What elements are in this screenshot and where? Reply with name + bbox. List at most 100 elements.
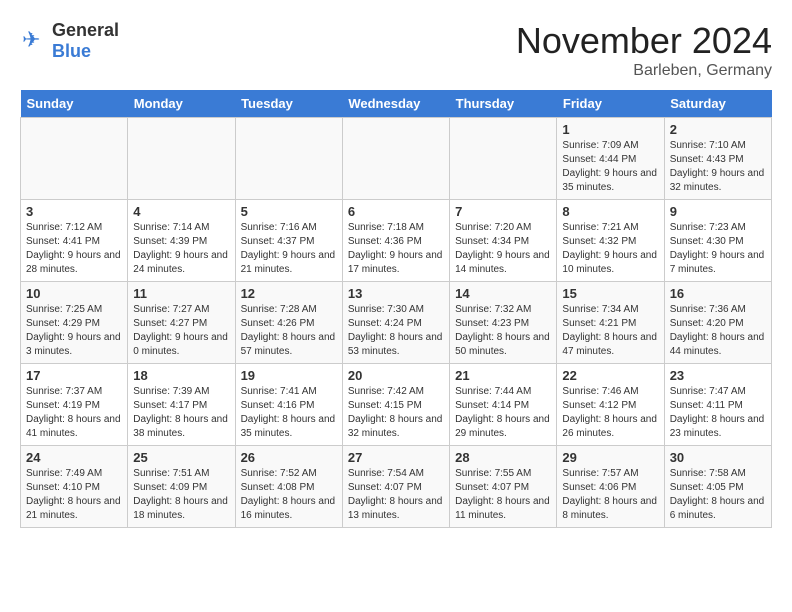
calendar-cell: 26 Sunrise: 7:52 AM Sunset: 4:08 PM Dayli… xyxy=(235,446,342,528)
calendar-cell: 3Sunrise: 7:12 AM Sunset: 4:41 PM Daylig… xyxy=(21,200,128,282)
day-number: 28 xyxy=(455,450,551,465)
calendar-cell xyxy=(21,118,128,200)
calendar-cell: 24 Sunrise: 7:49 AM Sunset: 4:10 PM Dayli… xyxy=(21,446,128,528)
day-number: 23 xyxy=(670,368,766,383)
day-info: Sunrise: 7:47 AM Sunset: 4:11 PM Dayligh… xyxy=(670,385,766,441)
day-info: Sunrise: 7:46 AM Sunset: 4:12 PM Dayligh… xyxy=(562,385,658,441)
calendar-cell: 18Sunrise: 7:39 AM Sunset: 4:17 PM Dayli… xyxy=(128,364,235,446)
logo-blue: Blue xyxy=(52,41,91,61)
calendar-cell xyxy=(235,118,342,200)
day-info: Sunrise: 7:16 AM Sunset: 4:37 PM Dayligh… xyxy=(241,221,337,277)
day-number: 20 xyxy=(348,368,444,383)
svg-text:✈: ✈ xyxy=(22,27,40,52)
calendar-cell: 23 Sunrise: 7:47 AM Sunset: 4:11 PM Dayli… xyxy=(664,364,771,446)
calendar-cell xyxy=(450,118,557,200)
day-number: 16 xyxy=(670,286,766,301)
day-info: Sunrise: 7:21 AM Sunset: 4:32 PM Dayligh… xyxy=(562,221,658,277)
logo-general: General xyxy=(52,20,119,40)
day-info: Sunrise: 7:20 AM Sunset: 4:34 PM Dayligh… xyxy=(455,221,551,277)
calendar-cell: 12Sunrise: 7:28 AM Sunset: 4:26 PM Dayli… xyxy=(235,282,342,364)
location-title: Barleben, Germany xyxy=(516,62,772,80)
calendar-table: SundayMondayTuesdayWednesdayThursdayFrid… xyxy=(20,90,772,528)
day-info: Sunrise: 7:09 AM Sunset: 4:44 PM Dayligh… xyxy=(562,139,658,195)
day-info: Sunrise: 7:28 AM Sunset: 4:26 PM Dayligh… xyxy=(241,303,337,359)
day-number: 25 xyxy=(133,450,229,465)
day-info: Sunrise: 7:34 AM Sunset: 4:21 PM Dayligh… xyxy=(562,303,658,359)
day-number: 30 xyxy=(670,450,766,465)
calendar-cell: 28Sunrise: 7:55 AM Sunset: 4:07 PM Dayli… xyxy=(450,446,557,528)
day-number: 5 xyxy=(241,204,337,219)
day-number: 10 xyxy=(26,286,122,301)
calendar-cell: 8 Sunrise: 7:21 AM Sunset: 4:32 PM Daylig… xyxy=(557,200,664,282)
day-number: 6 xyxy=(348,204,444,219)
day-number: 19 xyxy=(241,368,337,383)
header-day-saturday: Saturday xyxy=(664,90,771,118)
month-title: November 2024 xyxy=(516,20,772,62)
day-info: Sunrise: 7:52 AM Sunset: 4:08 PM Dayligh… xyxy=(241,467,337,523)
header-day-tuesday: Tuesday xyxy=(235,90,342,118)
day-number: 11 xyxy=(133,286,229,301)
day-number: 22 xyxy=(562,368,658,383)
day-info: Sunrise: 7:12 AM Sunset: 4:41 PM Dayligh… xyxy=(26,221,122,277)
calendar-cell: 13 Sunrise: 7:30 AM Sunset: 4:24 PM Dayli… xyxy=(342,282,449,364)
day-number: 24 xyxy=(26,450,122,465)
day-info: Sunrise: 7:18 AM Sunset: 4:36 PM Dayligh… xyxy=(348,221,444,277)
header-day-monday: Monday xyxy=(128,90,235,118)
day-number: 1 xyxy=(562,122,658,137)
day-info: Sunrise: 7:14 AM Sunset: 4:39 PM Dayligh… xyxy=(133,221,229,277)
header-day-thursday: Thursday xyxy=(450,90,557,118)
week-row-1: 1 Sunrise: 7:09 AM Sunset: 4:44 PM Daylig… xyxy=(21,118,772,200)
day-info: Sunrise: 7:23 AM Sunset: 4:30 PM Dayligh… xyxy=(670,221,766,277)
day-info: Sunrise: 7:30 AM Sunset: 4:24 PM Dayligh… xyxy=(348,303,444,359)
day-info: Sunrise: 7:10 AM Sunset: 4:43 PM Dayligh… xyxy=(670,139,766,195)
calendar-cell: 2Sunrise: 7:10 AM Sunset: 4:43 PM Daylig… xyxy=(664,118,771,200)
day-number: 8 xyxy=(562,204,658,219)
calendar-cell: 22 Sunrise: 7:46 AM Sunset: 4:12 PM Dayli… xyxy=(557,364,664,446)
day-number: 15 xyxy=(562,286,658,301)
calendar-cell: 4 Sunrise: 7:14 AM Sunset: 4:39 PM Daylig… xyxy=(128,200,235,282)
logo-icon: ✈ xyxy=(20,27,48,55)
day-info: Sunrise: 7:44 AM Sunset: 4:14 PM Dayligh… xyxy=(455,385,551,441)
header-day-friday: Friday xyxy=(557,90,664,118)
day-info: Sunrise: 7:58 AM Sunset: 4:05 PM Dayligh… xyxy=(670,467,766,523)
calendar-header-row: SundayMondayTuesdayWednesdayThursdayFrid… xyxy=(21,90,772,118)
title-area: November 2024 Barleben, Germany xyxy=(516,20,772,80)
calendar-cell: 29Sunrise: 7:57 AM Sunset: 4:06 PM Dayli… xyxy=(557,446,664,528)
logo-text: General Blue xyxy=(52,20,119,62)
day-info: Sunrise: 7:54 AM Sunset: 4:07 PM Dayligh… xyxy=(348,467,444,523)
calendar-cell: 6 Sunrise: 7:18 AM Sunset: 4:36 PM Daylig… xyxy=(342,200,449,282)
header: ✈ General Blue November 2024 Barleben, G… xyxy=(20,20,772,80)
week-row-3: 10Sunrise: 7:25 AM Sunset: 4:29 PM Dayli… xyxy=(21,282,772,364)
day-number: 14 xyxy=(455,286,551,301)
day-number: 13 xyxy=(348,286,444,301)
calendar-cell: 21 Sunrise: 7:44 AM Sunset: 4:14 PM Dayli… xyxy=(450,364,557,446)
day-number: 7 xyxy=(455,204,551,219)
calendar-cell xyxy=(128,118,235,200)
day-info: Sunrise: 7:36 AM Sunset: 4:20 PM Dayligh… xyxy=(670,303,766,359)
day-number: 26 xyxy=(241,450,337,465)
calendar-cell: 19Sunrise: 7:41 AM Sunset: 4:16 PM Dayli… xyxy=(235,364,342,446)
calendar-cell: 9Sunrise: 7:23 AM Sunset: 4:30 PM Daylig… xyxy=(664,200,771,282)
day-number: 4 xyxy=(133,204,229,219)
day-info: Sunrise: 7:57 AM Sunset: 4:06 PM Dayligh… xyxy=(562,467,658,523)
calendar-cell: 25 Sunrise: 7:51 AM Sunset: 4:09 PM Dayli… xyxy=(128,446,235,528)
day-info: Sunrise: 7:51 AM Sunset: 4:09 PM Dayligh… xyxy=(133,467,229,523)
day-number: 27 xyxy=(348,450,444,465)
calendar-cell: 10Sunrise: 7:25 AM Sunset: 4:29 PM Dayli… xyxy=(21,282,128,364)
calendar-cell: 20Sunrise: 7:42 AM Sunset: 4:15 PM Dayli… xyxy=(342,364,449,446)
day-info: Sunrise: 7:39 AM Sunset: 4:17 PM Dayligh… xyxy=(133,385,229,441)
calendar-cell: 14Sunrise: 7:32 AM Sunset: 4:23 PM Dayli… xyxy=(450,282,557,364)
calendar-body: 1 Sunrise: 7:09 AM Sunset: 4:44 PM Daylig… xyxy=(21,118,772,528)
week-row-2: 3Sunrise: 7:12 AM Sunset: 4:41 PM Daylig… xyxy=(21,200,772,282)
calendar-cell xyxy=(342,118,449,200)
calendar-cell: 30 Sunrise: 7:58 AM Sunset: 4:05 PM Dayli… xyxy=(664,446,771,528)
calendar-cell: 27 Sunrise: 7:54 AM Sunset: 4:07 PM Dayli… xyxy=(342,446,449,528)
day-info: Sunrise: 7:27 AM Sunset: 4:27 PM Dayligh… xyxy=(133,303,229,359)
day-info: Sunrise: 7:49 AM Sunset: 4:10 PM Dayligh… xyxy=(26,467,122,523)
day-number: 17 xyxy=(26,368,122,383)
logo: ✈ General Blue xyxy=(20,20,119,62)
calendar-cell: 7 Sunrise: 7:20 AM Sunset: 4:34 PM Daylig… xyxy=(450,200,557,282)
day-number: 21 xyxy=(455,368,551,383)
header-day-wednesday: Wednesday xyxy=(342,90,449,118)
calendar-cell: 15 Sunrise: 7:34 AM Sunset: 4:21 PM Dayli… xyxy=(557,282,664,364)
